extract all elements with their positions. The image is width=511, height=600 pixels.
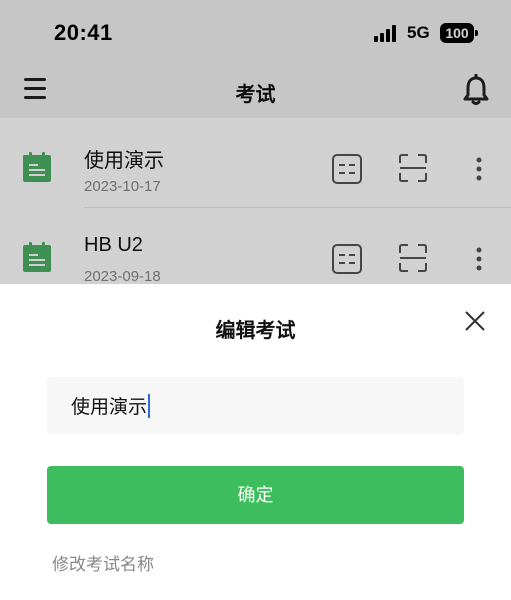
text-caret [148, 393, 151, 418]
sheet-title: 编辑考试 [215, 320, 296, 342]
exam-name-input-value: 使用演示 [71, 397, 148, 418]
hint-text: 修改考试名称 [52, 555, 154, 574]
close-icon[interactable] [463, 309, 487, 333]
exam-name-input[interactable]: 使用演示 [47, 377, 464, 434]
confirm-button[interactable]: 确定 [47, 466, 464, 524]
